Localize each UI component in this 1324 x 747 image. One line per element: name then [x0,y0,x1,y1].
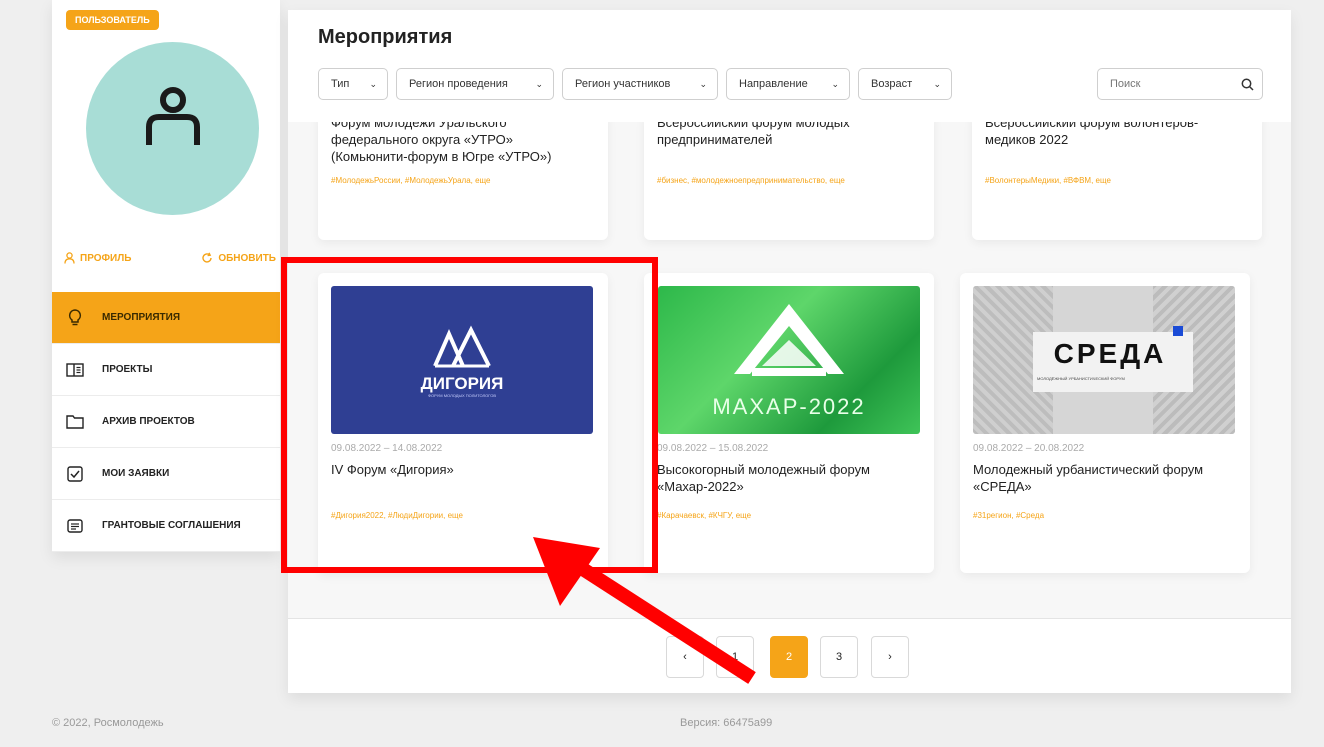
chevron-down-icon: ⌄ [933,78,941,89]
search-icon[interactable] [1241,78,1254,91]
chevron-down-icon: ⌄ [535,78,543,89]
filter-label: Направление [739,78,808,90]
filter-label: Возраст [871,78,913,90]
filter-type[interactable]: Тип ⌄ [318,68,388,100]
chevron-down-icon: ⌄ [699,78,707,89]
search-input[interactable] [1110,78,1230,90]
toolbar: Мероприятия Тип ⌄ Регион проведения ⌄ Реги… [288,10,1291,122]
search-box [1097,68,1263,100]
filter-label: Регион проведения [409,78,508,90]
filter-event-region[interactable]: Регион проведения ⌄ [396,68,554,100]
filter-participant-region[interactable]: Регион участников ⌄ [562,68,718,100]
chevron-down-icon: ⌄ [831,78,839,89]
filter-label: Тип [331,78,350,90]
filter-direction[interactable]: Направление ⌄ [726,68,850,100]
page-title: Мероприятия [318,26,453,48]
filter-age[interactable]: Возраст ⌄ [858,68,952,100]
chevron-down-icon: ⌄ [369,78,377,89]
filter-label: Регион участников [575,78,671,90]
